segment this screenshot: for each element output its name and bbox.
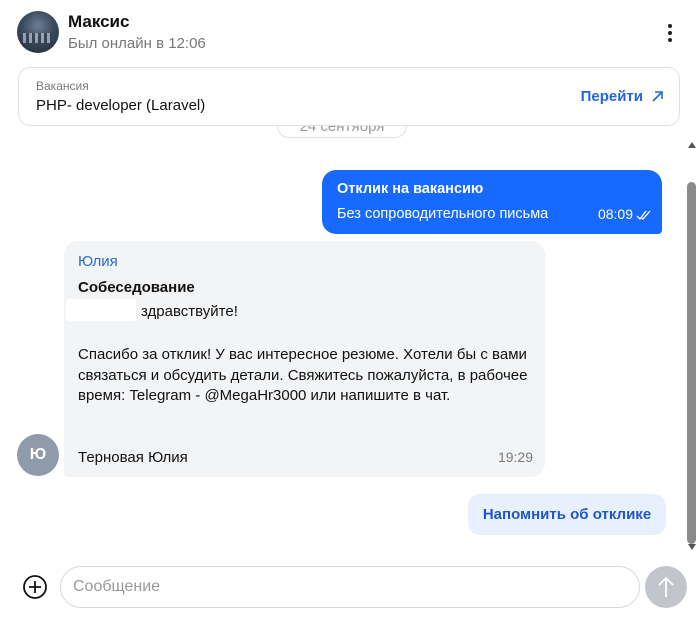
arrow-up-icon: [658, 576, 674, 597]
outgoing-message[interactable]: Отклик на вакансию Без сопроводительного…: [322, 170, 662, 234]
message-input[interactable]: [60, 566, 640, 608]
more-vertical-icon[interactable]: [660, 22, 680, 44]
incoming-signature: Терновая Юлия: [78, 449, 188, 466]
incoming-subject: Собеседование: [78, 279, 195, 296]
incoming-time: 19:29: [497, 449, 533, 465]
contact-avatar[interactable]: [17, 11, 59, 53]
composer: [0, 556, 700, 616]
plus-circle-icon[interactable]: [22, 574, 48, 600]
vacancy-card: Вакансия PHP- developer (Laravel) Перейт…: [18, 67, 680, 126]
vacancy-open-label: Перейти: [580, 88, 643, 105]
remind-button[interactable]: Напомнить об отклике: [468, 494, 666, 535]
chat-header: Максис Был онлайн в 12:06: [0, 0, 700, 62]
redacted-block: [66, 299, 136, 321]
contact-name[interactable]: Максис: [68, 12, 129, 32]
arrow-up-right-icon: [652, 91, 663, 102]
scroll-down-arrow-icon[interactable]: [688, 544, 696, 550]
incoming-message[interactable]: Юлия Собеседование здравствуйте! Спасибо…: [64, 241, 545, 477]
contact-status: Был онлайн в 12:06: [68, 35, 206, 52]
date-separator: 24 сентября: [277, 126, 407, 138]
incoming-sender[interactable]: Юлия: [78, 253, 118, 270]
incoming-greeting: здравствуйте!: [141, 303, 238, 320]
double-check-icon: [636, 210, 651, 220]
outgoing-message-time: 08:09: [597, 206, 633, 222]
vacancy-caption: Вакансия: [36, 79, 89, 93]
scroll-up-arrow-icon[interactable]: [688, 142, 696, 148]
vacancy-open-link[interactable]: Перейти: [581, 88, 664, 105]
incoming-body: Спасибо за отклик! У вас интересное резю…: [78, 346, 528, 404]
send-button[interactable]: [645, 566, 687, 608]
chat-scrollbar[interactable]: [683, 138, 699, 556]
outgoing-message-text: Без сопроводительного письма: [337, 206, 549, 222]
vacancy-title: PHP- developer (Laravel): [36, 97, 206, 114]
outgoing-message-title: Отклик на вакансию: [337, 181, 484, 197]
scrollbar-thumb[interactable]: [687, 182, 696, 544]
sender-avatar[interactable]: Ю: [17, 434, 59, 476]
message-list[interactable]: 24 сентября Отклик на вакансию Без сопро…: [0, 126, 700, 556]
